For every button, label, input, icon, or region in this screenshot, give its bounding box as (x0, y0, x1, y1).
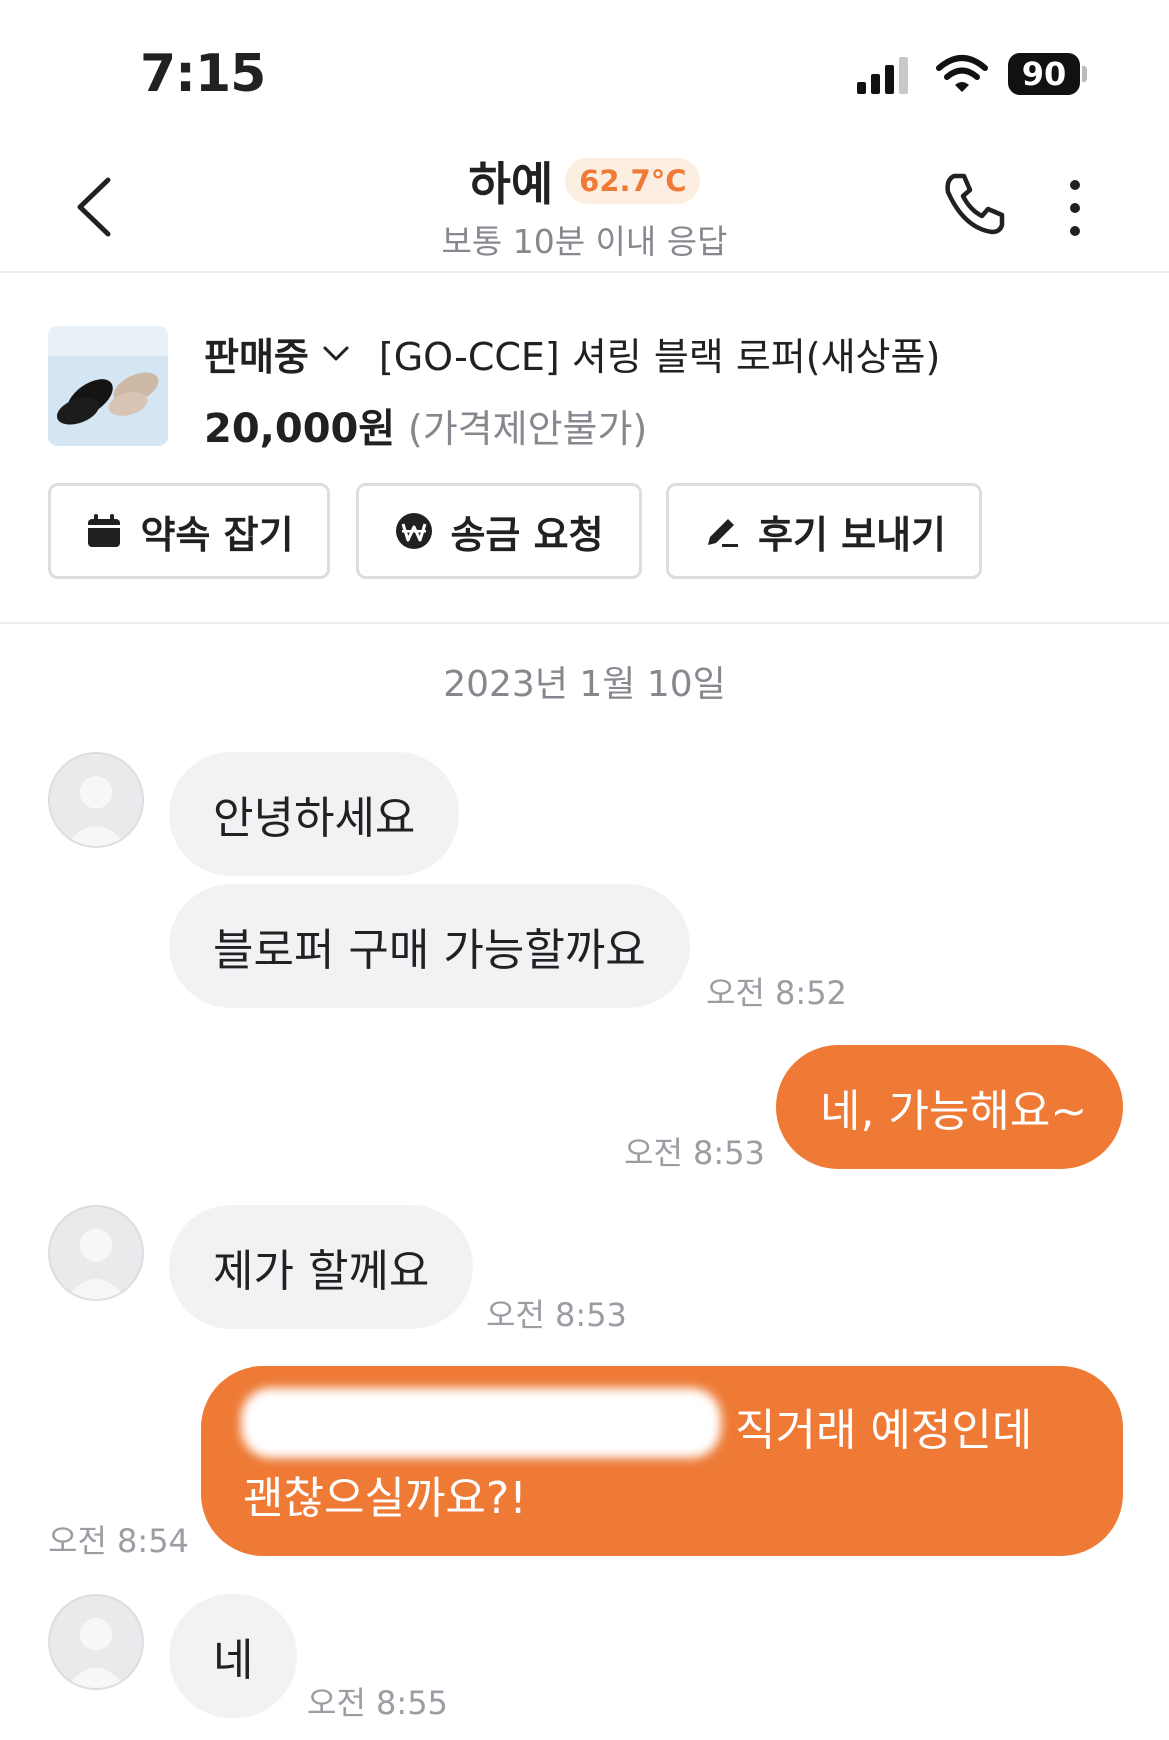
default-profile-icon (65, 1229, 127, 1299)
phone-icon[interactable] (940, 170, 1008, 238)
more-options-icon[interactable] (1060, 175, 1090, 241)
cellular-signal-icon (857, 57, 908, 94)
partner-avatar[interactable] (48, 1205, 144, 1301)
product-price: 20,000원 (204, 406, 396, 452)
message-bubble-incoming[interactable]: 제가 할께요 (169, 1205, 474, 1329)
message-text-line2: 괜찮으실까요?! (243, 1473, 527, 1524)
message-text: 제가 할께요 (213, 1246, 430, 1297)
calendar-icon (88, 514, 121, 547)
chevron-down-icon[interactable] (321, 342, 351, 366)
message-bubble-outgoing[interactable]: 직거래 예정인데 괜찮으실까요?! (201, 1366, 1123, 1556)
message-text: 안녕하세요 (213, 793, 416, 844)
product-divider (0, 622, 1169, 624)
default-profile-icon (65, 776, 127, 846)
redacted-region (241, 1388, 721, 1458)
pencil-icon (707, 519, 738, 547)
message-time: 오전 8:53 (624, 1134, 765, 1172)
request-payment-label: 송금 요청 (450, 512, 604, 557)
send-review-button[interactable]: 후기 보내기 (666, 483, 982, 579)
partner-avatar[interactable] (48, 752, 144, 848)
message-text: 블로퍼 구매 가능할까요 (213, 925, 646, 976)
product-price-line: 20,000원 (가격제안불가) (204, 396, 647, 454)
message-time: 오전 8:52 (706, 974, 847, 1012)
chat-date-separator: 2023년 1월 10일 (443, 664, 726, 705)
message-bubble-incoming[interactable]: 네 (169, 1594, 298, 1718)
message-bubble-outgoing[interactable]: 네, 가능해요~ (776, 1045, 1123, 1169)
request-payment-button[interactable]: 송금 요청 (356, 483, 642, 579)
message-bubble-incoming[interactable]: 안녕하세요 (169, 752, 460, 876)
price-note: (가격제안불가) (407, 407, 648, 451)
battery-icon: 90 (1008, 53, 1088, 97)
status-time: 7:15 (140, 44, 266, 104)
header-divider (0, 271, 1169, 273)
partner-avatar[interactable] (48, 1594, 144, 1690)
won-icon (396, 513, 433, 549)
message-time: 오전 8:55 (307, 1684, 448, 1722)
sale-status-dropdown[interactable]: 판매중 (204, 326, 309, 381)
product-thumbnail[interactable] (48, 326, 168, 446)
battery-level: 90 (1021, 55, 1067, 93)
send-review-label: 후기 보내기 (757, 512, 947, 557)
product-status-line: 판매중 [GO-CCE] 셔링 블랙 로퍼(새상품) (204, 326, 940, 381)
message-text: 네 (213, 1635, 254, 1686)
message-bubble-incoming[interactable]: 블로퍼 구매 가능할까요 (169, 884, 690, 1008)
message-text: 네, 가능해요~ (820, 1086, 1088, 1137)
partner-name[interactable]: 하예 (469, 148, 554, 214)
make-appointment-button[interactable]: 약속 잡기 (48, 483, 330, 579)
message-time: 오전 8:53 (486, 1296, 627, 1334)
default-profile-icon (65, 1618, 127, 1688)
manner-temperature-badge: 62.7°C (565, 158, 701, 204)
make-appointment-label: 약속 잡기 (140, 512, 294, 557)
message-time: 오전 8:54 (48, 1522, 189, 1560)
wifi-icon (936, 55, 988, 92)
product-title[interactable]: [GO-CCE] 셔링 블랙 로퍼(새상품) (379, 326, 940, 381)
message-text-line1: 직거래 예정인데 (735, 1405, 1033, 1456)
